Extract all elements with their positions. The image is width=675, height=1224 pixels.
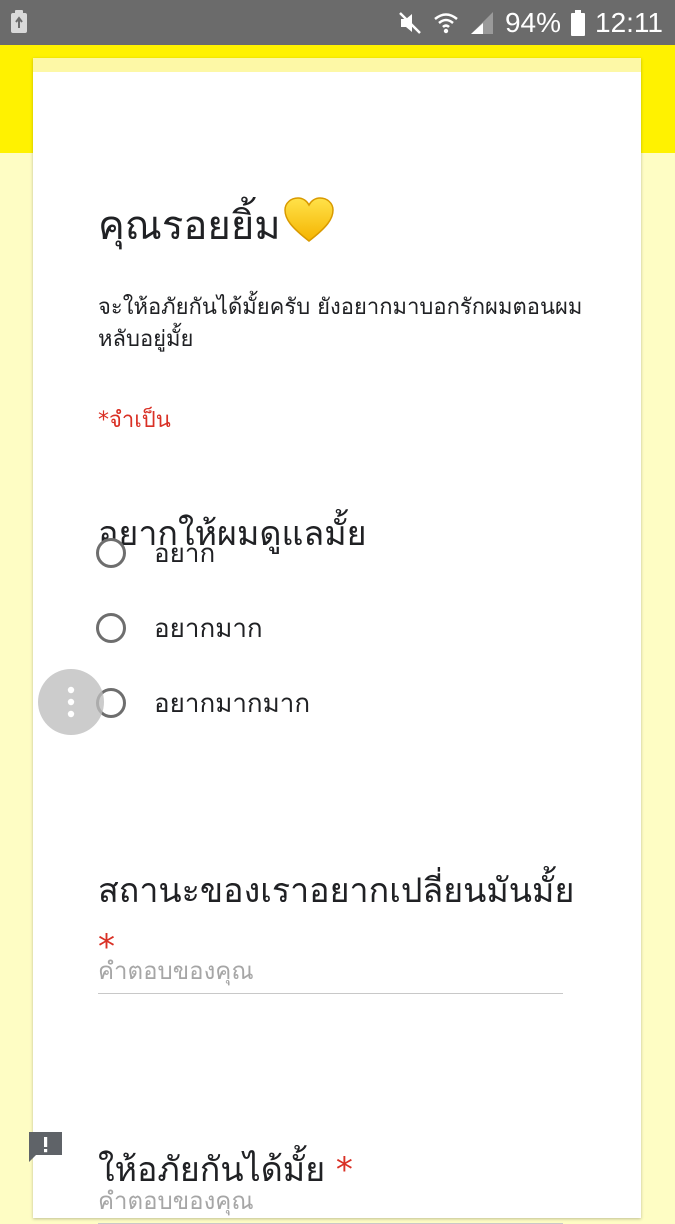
- radio-option-2[interactable]: อยากมาก: [96, 608, 263, 648]
- form-title-text: คุณรอยยิ้ม: [98, 203, 281, 249]
- recycle-icon: [10, 10, 28, 34]
- clock: 12:11: [595, 6, 663, 38]
- wifi-icon: [433, 10, 459, 36]
- radio-option-label: อยาก: [154, 538, 216, 569]
- radio-option-label: อยากมากมาก: [154, 688, 311, 719]
- status-bar: 94% 12:11: [0, 0, 675, 45]
- radio-option-label: อยากมาก: [154, 613, 263, 644]
- radio-button[interactable]: [96, 613, 126, 643]
- more-vert-icon: [67, 686, 75, 718]
- question-2-title-text: สถานะของเราอยากเปลี่ยนมันมั้ย: [98, 871, 575, 911]
- answer-input-q3[interactable]: [98, 1184, 563, 1224]
- card-top-accent: [33, 58, 641, 72]
- form-title: คุณรอยยิ้ม: [98, 193, 335, 257]
- radio-option-1[interactable]: อยาก: [96, 533, 215, 573]
- mute-icon: [397, 10, 423, 36]
- signal-icon: [469, 10, 495, 36]
- required-note: *จำเป็น: [98, 408, 171, 433]
- answer-input-q2[interactable]: [98, 954, 563, 994]
- floating-menu-button[interactable]: [38, 669, 104, 735]
- battery-percent: 94%: [504, 6, 561, 38]
- radio-button[interactable]: [96, 538, 126, 568]
- yellow-heart-icon: [283, 197, 335, 253]
- form-description: จะให้อภัยกันได้มั้ยครับ ยังอยากมาบอกรักผ…: [98, 295, 583, 352]
- status-icons: 94% 12:11: [397, 0, 663, 45]
- report-feedback-icon[interactable]: [27, 1130, 64, 1163]
- form-card: คุณรอยยิ้ม จะให้อภัยกันได้มั้ยครับ ยังอย…: [33, 58, 641, 1224]
- battery-icon: [571, 9, 585, 36]
- radio-option-3[interactable]: อยากมากมาก: [96, 683, 310, 723]
